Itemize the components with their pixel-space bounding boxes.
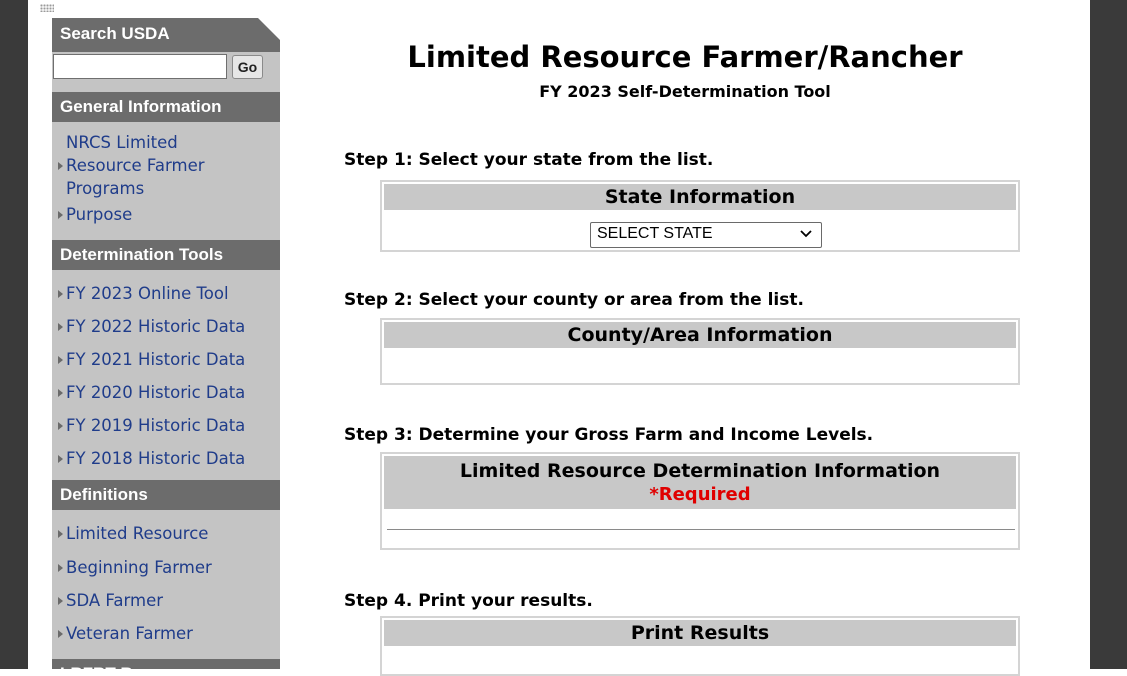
step-3-label: Step 3: Determine your Gross Farm and In… (344, 425, 874, 445)
step-4-label: Step 4. Print your results. (344, 591, 593, 611)
resize-grip-icon (40, 4, 54, 12)
sidebar-item-fy2022-historic[interactable]: FY 2022 Historic Data (58, 315, 278, 338)
panel-heading: State Information (384, 184, 1016, 210)
sidebar-item-nrcs-programs[interactable]: NRCS Limited Resource Farmer Programs (58, 131, 278, 200)
sidebar-item-label: FY 2023 Online Tool (66, 284, 229, 303)
sidebar: Search USDA Go General Information NRCS … (52, 18, 280, 669)
sidebar-item-fy2020-historic[interactable]: FY 2020 Historic Data (58, 381, 278, 404)
triangle-right-icon (58, 290, 63, 298)
go-button[interactable]: Go (232, 55, 263, 79)
window-frame-right (1090, 0, 1127, 669)
triangle-right-icon (58, 630, 63, 638)
step-1-label: Step 1: Select your state from the list. (344, 150, 714, 170)
panel-heading: Limited Resource Determination Informati… (384, 456, 1016, 509)
triangle-right-icon (58, 356, 63, 364)
sidebar-item-label: FY 2018 Historic Data (66, 449, 246, 468)
sidebar-item-fy2021-historic[interactable]: FY 2021 Historic Data (58, 348, 278, 371)
sidebar-item-label: Beginning Farmer (66, 558, 212, 577)
county-area-information-panel: County/Area Information (380, 318, 1020, 385)
required-indicator: *Required (649, 484, 751, 505)
state-information-panel: State Information SELECT STATE (380, 180, 1020, 252)
main-content: Limited Resource Farmer/Rancher FY 2023 … (290, 0, 1080, 676)
triangle-right-icon (58, 389, 63, 397)
print-results-panel: Print Results (380, 616, 1020, 676)
sidebar-item-sda-farmer[interactable]: SDA Farmer (58, 589, 278, 612)
limited-resource-determination-panel: Limited Resource Determination Informati… (380, 452, 1020, 550)
sidebar-item-label: FY 2022 Historic Data (66, 317, 246, 336)
triangle-right-icon (58, 211, 63, 219)
triangle-right-icon (58, 530, 63, 538)
sidebar-item-label: FY 2021 Historic Data (66, 350, 246, 369)
page-subtitle: FY 2023 Self-Determination Tool (539, 82, 831, 101)
section-determination-tools: Determination Tools (52, 240, 280, 270)
triangle-right-icon (58, 564, 63, 572)
sidebar-item-fy2023-online-tool[interactable]: FY 2023 Online Tool (58, 282, 278, 305)
panel-heading-text: Limited Resource Determination Informati… (459, 460, 941, 482)
chevron-down-icon (800, 230, 812, 238)
sidebar-item-label: SDA Farmer (66, 591, 164, 610)
sidebar-item-label: NRCS Limited Resource Farmer Programs (66, 133, 205, 198)
window-frame-left (0, 0, 28, 669)
triangle-right-icon (58, 162, 63, 170)
sidebar-item-limited-resource[interactable]: Limited Resource (58, 522, 278, 545)
triangle-right-icon (58, 455, 63, 463)
search-input[interactable] (53, 54, 227, 79)
section-general-information: General Information (52, 92, 280, 122)
search-row: Go (52, 51, 280, 85)
sidebar-item-veteran-farmer[interactable]: Veteran Farmer (58, 622, 278, 645)
sidebar-item-fy2019-historic[interactable]: FY 2019 Historic Data (58, 414, 278, 437)
triangle-right-icon (58, 597, 63, 605)
sidebar-corner-notch (258, 18, 280, 40)
sidebar-item-label: Limited Resource (66, 524, 209, 543)
state-select[interactable]: SELECT STATE (590, 222, 822, 248)
sidebar-item-fy2018-historic[interactable]: FY 2018 Historic Data (58, 447, 278, 470)
divider (387, 529, 1015, 530)
sidebar-item-purpose[interactable]: Purpose (58, 203, 278, 226)
search-usda-heading: Search USDA (52, 18, 280, 52)
sidebar-item-label: Veteran Farmer (66, 624, 193, 643)
sidebar-item-label: FY 2019 Historic Data (66, 416, 246, 435)
step-2-label: Step 2: Select your county or area from … (344, 290, 804, 310)
print-results-button[interactable]: Print Results (384, 620, 1016, 646)
sidebar-item-label: Purpose (66, 205, 133, 224)
panel-heading: County/Area Information (384, 322, 1016, 348)
section-lrfrt-resources: LRFRT Resources (52, 659, 280, 669)
page-title: Limited Resource Farmer/Rancher (407, 40, 963, 74)
triangle-right-icon (58, 323, 63, 331)
state-select-value: SELECT STATE (597, 225, 713, 242)
sidebar-item-label: FY 2020 Historic Data (66, 383, 246, 402)
triangle-right-icon (58, 422, 63, 430)
section-definitions: Definitions (52, 480, 280, 510)
sidebar-item-beginning-farmer[interactable]: Beginning Farmer (58, 556, 278, 579)
